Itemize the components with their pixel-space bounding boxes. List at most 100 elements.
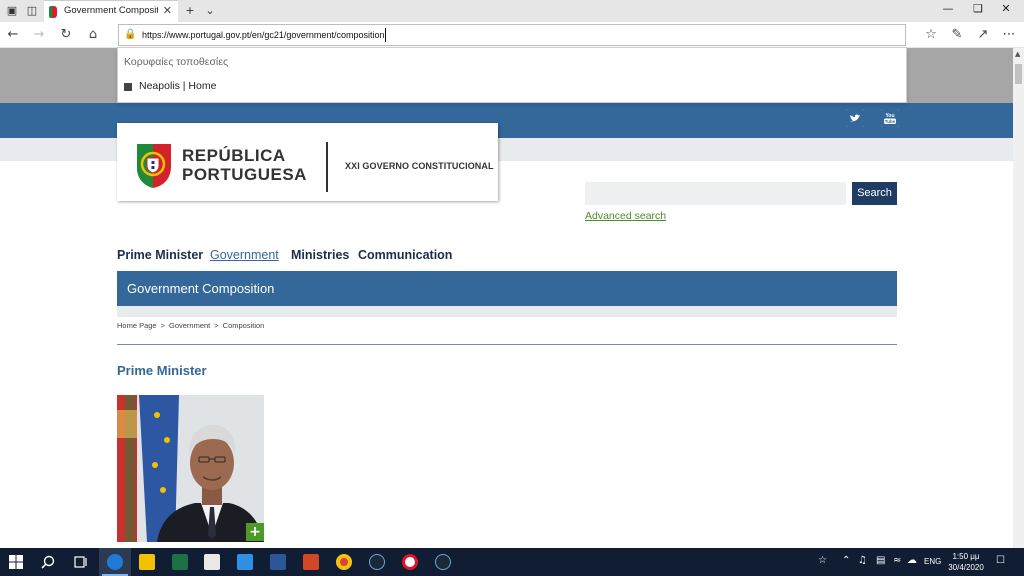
browser-tab-bar: ▣ ◫ Government Compositio ✕ + ⌄ — ❏ ✕ (0, 0, 1024, 22)
refresh-icon[interactable]: ↻ (57, 26, 75, 44)
web-page: You Tube REPÚBLICA PORTUGUESA XXI GOVERNO… (0, 48, 1013, 548)
site-logo[interactable]: REPÚBLICA PORTUGUESA XXI GOVERNO CONSTIT… (117, 123, 498, 201)
nav-communication[interactable]: Communication (358, 248, 452, 262)
word-taskbar-app[interactable] (262, 548, 294, 576)
set-tabs-aside-icon[interactable]: ◫ (24, 3, 40, 19)
page-scrollbar[interactable]: ▲ (1013, 48, 1024, 548)
address-suggestions-dropdown: Κορυφαίες τοποθεσίες Neapolis | Home (117, 47, 907, 103)
close-window-icon[interactable]: ✕ (996, 2, 1016, 15)
breadcrumb-composition: Composition (222, 321, 265, 330)
logo-subtitle: XXI GOVERNO CONSTITUCIONAL (345, 161, 494, 171)
scroll-thumb[interactable] (1015, 64, 1022, 84)
language-indicator[interactable]: ENG (924, 557, 941, 566)
portugal-favicon-icon (49, 6, 57, 18)
opera-taskbar-app[interactable] (394, 548, 426, 576)
browser-tab[interactable]: Government Compositio ✕ (44, 0, 178, 22)
store-taskbar-app[interactable] (196, 548, 228, 576)
forward-icon[interactable]: → (30, 26, 48, 44)
excel-taskbar-app[interactable] (164, 548, 196, 576)
home-icon[interactable]: ⌂ (84, 26, 102, 44)
mail-icon (237, 554, 253, 570)
network-icon[interactable]: ▤ (876, 555, 885, 566)
windows-logo-icon (9, 555, 23, 569)
breadcrumb-divider (117, 344, 897, 345)
advanced-search-link[interactable]: Advanced search (585, 210, 666, 222)
wifi-icon[interactable]: ≈ (893, 555, 901, 566)
excel-icon (172, 554, 188, 570)
steam-icon (369, 554, 385, 570)
word-icon (270, 554, 286, 570)
task-view-button[interactable] (64, 548, 96, 576)
tab-actions-icon[interactable]: ▣ (4, 3, 20, 19)
chrome-taskbar-app[interactable] (328, 548, 360, 576)
powerpoint-icon (303, 554, 319, 570)
breadcrumb-government[interactable]: Government (169, 321, 210, 330)
people-icon[interactable]: ☆ (818, 555, 827, 566)
suggestion-label: Neapolis | Home (139, 80, 217, 92)
chrome-icon (336, 554, 352, 570)
logo-line-1: REPÚBLICA (182, 146, 286, 165)
search-button[interactable]: Search (852, 182, 897, 205)
tab-close-icon[interactable]: ✕ (163, 4, 172, 17)
minimize-icon[interactable]: — (938, 2, 958, 15)
onedrive-cloud-icon[interactable]: ☁ (907, 555, 917, 566)
address-bar[interactable]: 🔒 https://www.portugal.gov.pt/en/gc21/go… (118, 24, 906, 46)
url-text[interactable]: https://www.portugal.gov.pt/en/gc21/gove… (142, 30, 384, 40)
share-icon[interactable]: ↗ (974, 26, 992, 44)
scroll-up-icon[interactable]: ▲ (1015, 50, 1020, 58)
republica-portuguesa-wordmark: REPÚBLICA PORTUGUESA (182, 146, 307, 184)
more-icon[interactable]: ⋯ (1000, 26, 1018, 44)
pen-icon[interactable]: ✎ (948, 26, 966, 44)
volume-icon[interactable]: ♫ (858, 555, 867, 566)
back-icon[interactable]: ← (4, 26, 22, 44)
nav-ministries[interactable]: Ministries (291, 248, 349, 262)
breadcrumb-home[interactable]: Home Page (117, 321, 157, 330)
portugal-crest-icon (137, 144, 171, 188)
opera-icon (402, 554, 418, 570)
twitter-icon[interactable] (846, 109, 864, 127)
new-tab-icon[interactable]: + (182, 3, 198, 19)
nav-prime-minister[interactable]: Prime Minister (117, 248, 203, 262)
steam-taskbar-app-2[interactable] (427, 548, 459, 576)
prime-minister-photo[interactable] (117, 395, 264, 542)
system-clock[interactable]: 1:50 μμ 30/4/2020 (946, 551, 986, 573)
lock-icon: 🔒 (124, 29, 137, 40)
nav-government[interactable]: Government (210, 248, 279, 262)
site-icon (124, 83, 132, 91)
store-bag-icon (204, 554, 220, 570)
notifications-icon[interactable]: ☐ (996, 555, 1005, 566)
breadcrumb: Home Page > Government > Composition (117, 321, 265, 330)
folder-icon (139, 554, 155, 570)
favorites-icon[interactable]: ☆ (922, 26, 940, 44)
file-explorer-taskbar-app[interactable] (131, 548, 163, 576)
youtube-icon[interactable]: You Tube (881, 109, 899, 127)
tray-chevron-up-icon[interactable]: ⌃ (842, 555, 850, 566)
suggestion-item[interactable]: Neapolis | Home (124, 80, 324, 94)
restore-icon[interactable]: ❏ (968, 2, 988, 15)
browser-toolbar: ← → ↻ ⌂ 🔒 https://www.portugal.gov.pt/en… (0, 22, 1024, 48)
powerpoint-taskbar-app[interactable] (295, 548, 327, 576)
steam-taskbar-app[interactable] (361, 548, 393, 576)
photo-expand-button[interactable]: + (246, 523, 264, 541)
task-view-icon (74, 556, 87, 568)
mail-taskbar-app[interactable] (229, 548, 261, 576)
windows-taskbar: ☆ ⌃ ♫ ▤ ≈ ☁ ENG 1:50 μμ 30/4/2020 ☐ (0, 548, 1024, 576)
title-under-band (117, 306, 897, 317)
search-taskbar-button[interactable] (32, 548, 64, 576)
tab-list-chevron-icon[interactable]: ⌄ (202, 3, 218, 19)
start-button[interactable] (0, 548, 32, 576)
page-title: Government Composition (127, 281, 275, 296)
text-caret (385, 28, 386, 42)
edge-taskbar-app[interactable] (99, 548, 131, 576)
svg-text:Tube: Tube (885, 119, 896, 124)
search-input[interactable] (585, 182, 846, 205)
section-title: Prime Minister (117, 363, 207, 378)
edge-icon (107, 554, 123, 570)
search-icon (41, 555, 55, 569)
logo-line-2: PORTUGUESA (182, 165, 307, 184)
tab-title: Government Compositio (64, 5, 158, 16)
top-sites-heading: Κορυφαίες τοποθεσίες (124, 56, 229, 68)
clock-time: 1:50 μμ (952, 552, 980, 561)
page-title-bar: Government Composition (117, 271, 897, 306)
clock-date: 30/4/2020 (948, 563, 984, 572)
